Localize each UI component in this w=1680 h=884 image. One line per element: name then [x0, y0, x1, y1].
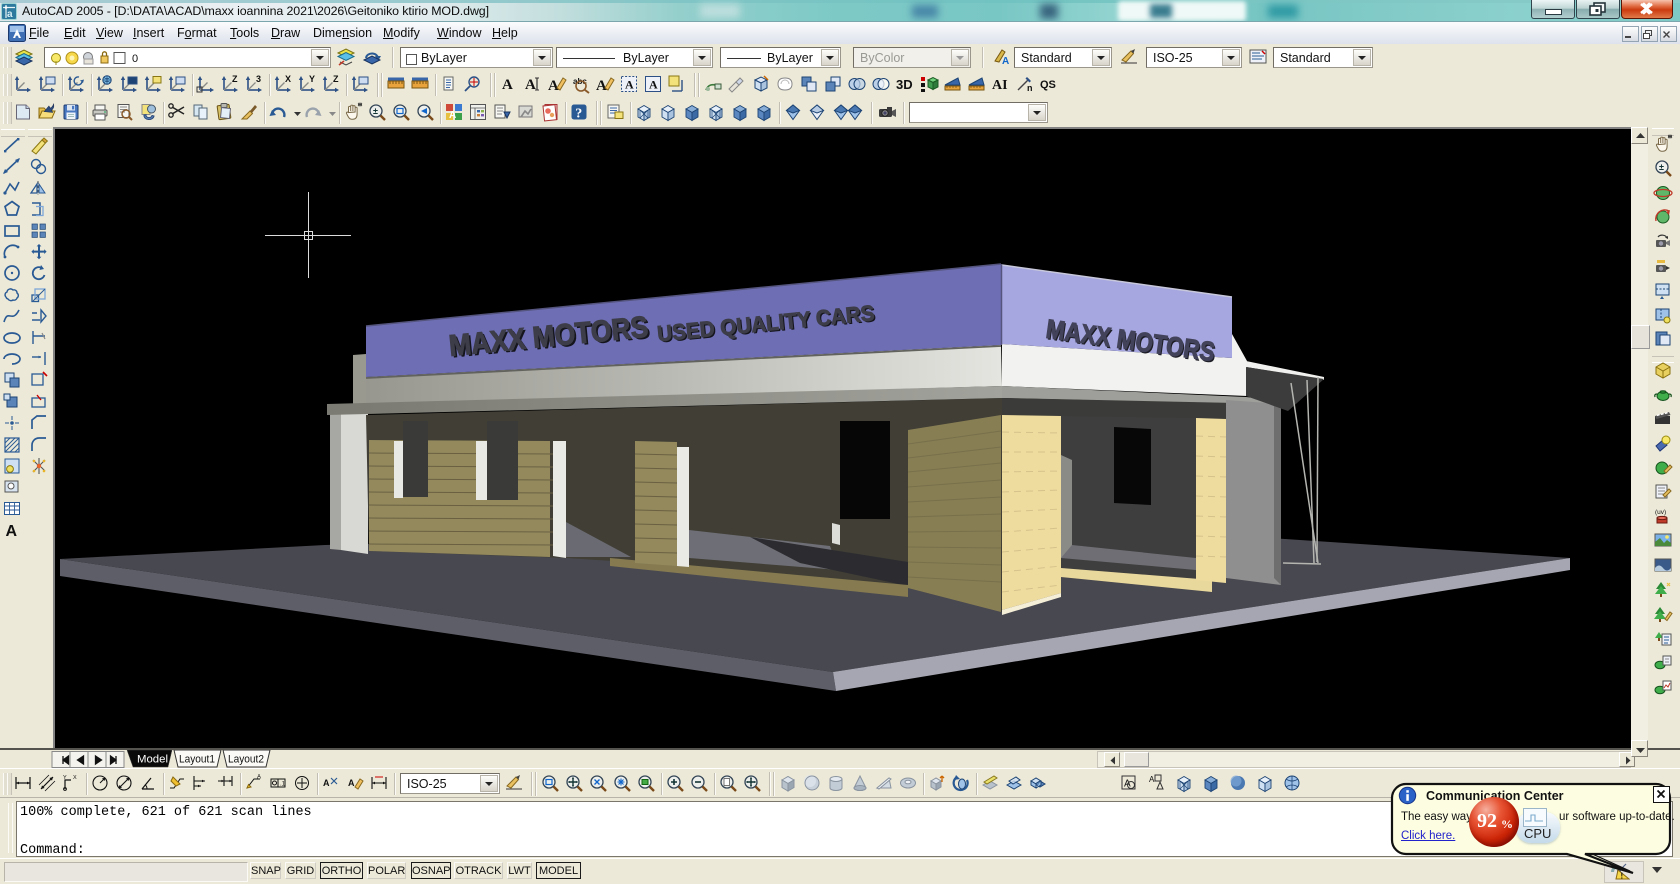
- svg-text:0: 0: [132, 53, 138, 65]
- svg-text:.1: .1: [280, 782, 286, 788]
- svg-text:A: A: [596, 78, 607, 94]
- svg-text:Z: Z: [232, 74, 238, 84]
- svg-text:Model: Model: [137, 754, 168, 766]
- svg-text:Z: Z: [333, 74, 339, 84]
- svg-text:Layout1: Layout1: [179, 754, 215, 766]
- svg-text:A: A: [257, 775, 261, 781]
- svg-text:Y: Y: [63, 775, 67, 781]
- svg-text:A: A: [1002, 56, 1009, 67]
- svg-text:A: A: [625, 78, 634, 92]
- svg-text:QS: QS: [1040, 79, 1056, 91]
- svg-text:a: a: [7, 9, 13, 20]
- svg-text:A: A: [525, 77, 536, 93]
- svg-text:3D: 3D: [896, 77, 913, 92]
- svg-text:Y: Y: [309, 74, 315, 84]
- svg-text:A: A: [6, 523, 18, 540]
- svg-text:A: A: [649, 78, 658, 92]
- svg-text:A: A: [348, 778, 355, 788]
- svg-text:±: ±: [1659, 162, 1664, 172]
- svg-text:?: ?: [575, 107, 582, 122]
- svg-text:A: A: [502, 77, 513, 93]
- svg-text:X: X: [73, 775, 77, 781]
- svg-text:n: n: [1027, 83, 1033, 93]
- svg-text:Layout2: Layout2: [228, 754, 264, 766]
- svg-text:(uv): (uv): [1655, 509, 1666, 516]
- svg-text:A: A: [548, 78, 559, 94]
- svg-text:3: 3: [256, 74, 261, 84]
- svg-text:A: A: [449, 110, 456, 121]
- svg-text:A: A: [323, 778, 330, 788]
- svg-text:A: A: [1149, 775, 1155, 784]
- svg-text:±: ±: [373, 106, 378, 116]
- svg-text:AI: AI: [992, 78, 1008, 93]
- svg-text:X: X: [285, 74, 291, 84]
